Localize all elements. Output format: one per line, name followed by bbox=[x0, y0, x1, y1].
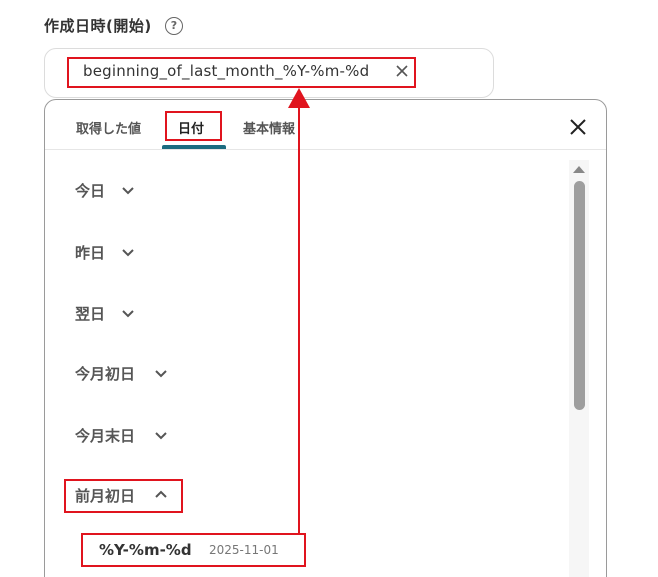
group-first-day-this-month[interactable]: 今月初日 bbox=[75, 363, 135, 384]
group-last-day-this-month[interactable]: 今月末日 bbox=[75, 425, 135, 446]
chevron-down-icon[interactable] bbox=[154, 369, 168, 379]
group-yesterday[interactable]: 昨日 bbox=[75, 242, 105, 263]
tab-basic-info[interactable]: 基本情報 bbox=[243, 118, 295, 137]
chevron-down-icon[interactable] bbox=[121, 248, 135, 258]
close-panel-icon[interactable] bbox=[568, 117, 588, 137]
chevron-down-icon[interactable] bbox=[121, 186, 135, 196]
help-icon[interactable]: ? bbox=[165, 17, 183, 35]
scrollbar-thumb[interactable] bbox=[574, 181, 585, 410]
field-label: 作成日時(開始) bbox=[44, 17, 152, 35]
chevron-down-icon[interactable] bbox=[154, 431, 168, 441]
tabs-divider bbox=[45, 149, 606, 150]
format-option-preview: 2025-11-01 bbox=[209, 543, 279, 557]
tab-acquired-values[interactable]: 取得した値 bbox=[76, 118, 141, 137]
group-first-day-last-month[interactable]: 前月初日 bbox=[75, 485, 135, 506]
chip-close-icon[interactable] bbox=[395, 62, 409, 80]
value-chip-text: beginning_of_last_month_%Y-%m-%d bbox=[83, 62, 370, 80]
scroll-up-arrow-icon[interactable] bbox=[572, 164, 586, 174]
chevron-up-icon[interactable] bbox=[154, 489, 168, 499]
tab-date-highlight bbox=[165, 111, 222, 141]
chevron-down-icon[interactable] bbox=[121, 309, 135, 319]
group-today[interactable]: 今日 bbox=[75, 180, 105, 201]
group-tomorrow[interactable]: 翌日 bbox=[75, 303, 105, 324]
format-option-label: %Y-%m-%d bbox=[99, 541, 192, 559]
